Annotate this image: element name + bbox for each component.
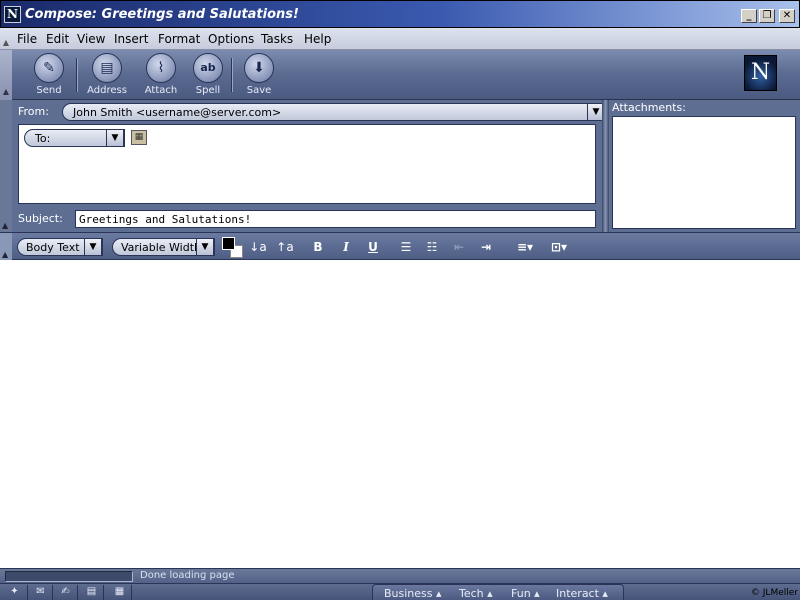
toolbar-separator [231,58,233,92]
attach-button[interactable]: ⌇ Attach [137,53,185,96]
tab-tech-label: Tech [459,587,484,600]
component-bar: ✦ ✉ ✍ ▤ ▦ Business ▴ Tech ▴ Fun ▴ Intera… [0,583,800,600]
insert-object-button[interactable]: ⊡▾ [546,239,572,255]
menu-file[interactable]: File [17,32,37,46]
close-button[interactable]: ✕ [779,9,795,23]
format-toolbar-grip[interactable]: ▲ [0,233,12,261]
chevron-down-icon[interactable]: ▼ [84,238,102,256]
spell-label: Spell [195,85,221,96]
recipient-list[interactable]: To: ▼ ▦ [18,124,596,204]
from-dropdown[interactable]: John Smith <username@server.com> ▼ [62,103,606,121]
italic-button[interactable]: I [336,239,356,255]
toolbar-separator [76,58,78,92]
address-book-icon: ▤ [92,53,122,83]
address-panel-grip[interactable]: ▲ [0,100,12,232]
credit-text: © JLMeller [750,588,798,598]
tab-business[interactable]: Business ▴ [384,587,442,600]
increase-font-size-button[interactable]: ↑a [275,239,295,255]
grip-arrow-icon: ▲ [2,250,9,259]
menu-edit[interactable]: Edit [46,32,69,46]
chevron-up-icon: ▴ [436,587,442,600]
to-dropdown[interactable]: To: ▼ [24,129,125,147]
minimize-button[interactable]: _ [741,9,757,23]
status-text: Done loading page [140,570,235,581]
attach-label: Attach [144,85,178,96]
tab-tech[interactable]: Tech ▴ [459,587,493,600]
font-dropdown[interactable]: Variable Width ▼ [112,238,215,256]
foreground-color-swatch [222,237,235,250]
tab-fun[interactable]: Fun ▴ [511,587,540,600]
to-label: To: [35,132,51,145]
message-body-editor[interactable] [0,260,800,568]
navigator-icon[interactable]: ✦ [2,585,28,600]
indent-button[interactable]: ⇥ [476,239,496,255]
quick-tabs: Business ▴ Tech ▴ Fun ▴ Interact ▴ [372,584,624,600]
from-label: From: [18,105,49,118]
decrease-font-size-button[interactable]: ↓a [248,239,268,255]
panel-divider[interactable] [602,100,609,232]
window-title: Compose: Greetings and Salutations! [25,7,299,22]
title-bar: N Compose: Greetings and Salutations! _ … [0,0,800,28]
toolbar-grip-icon[interactable]: ▲ [0,50,12,100]
attachments-panel: Attachments: [609,100,800,232]
paperclip-icon: ⌇ [146,53,176,83]
underline-button[interactable]: U [363,239,383,255]
save-icon: ⬇ [244,53,274,83]
chevron-up-icon: ▴ [534,587,540,600]
address-button[interactable]: ▤ Address [83,53,131,96]
address-panel: From: John Smith <username@server.com> ▼… [12,100,606,232]
menu-help[interactable]: Help [304,32,331,46]
subject-input[interactable]: Greetings and Salutations! [75,210,596,228]
menu-tasks[interactable]: Tasks [261,32,293,46]
chevron-up-icon: ▴ [487,587,493,600]
netscape-app-icon[interactable]: N [4,6,21,23]
composer-icon[interactable]: ✍ [54,585,78,600]
tab-business-label: Business [384,587,433,600]
bullet-list-button[interactable]: ☰ [396,239,416,255]
numbered-list-button[interactable]: ☷ [422,239,442,255]
format-toolbar: ▲ Body Text ▼ Variable Width ▼ ↓a ↑a B I… [0,232,800,261]
restore-button[interactable]: ❐ [759,9,775,23]
main-toolbar: ▲ ✎ Send ▤ Address ⌇ Attach ab Spell ⬇ S… [0,50,800,100]
netscape-logo[interactable]: N [744,55,777,91]
send-button[interactable]: ✎ Send [25,53,73,96]
chevron-up-icon: ▴ [602,587,608,600]
menu-format[interactable]: Format [158,32,200,46]
alignment-button[interactable]: ≡▾ [512,239,538,255]
grip-arrow-icon: ▲ [2,221,9,230]
menu-options[interactable]: Options [208,32,254,46]
paragraph-style-value: Body Text [26,241,80,254]
attachments-label: Attachments: [612,101,686,114]
address-icon[interactable]: ▤ [80,585,104,600]
paragraph-style-dropdown[interactable]: Body Text ▼ [17,238,103,256]
address-label: Address [87,85,127,96]
bold-button[interactable]: B [308,239,328,255]
chevron-down-icon[interactable]: ▼ [196,238,214,256]
menubar-grip-icon[interactable]: ▲ [1,30,11,48]
from-value: John Smith <username@server.com> [73,106,282,119]
tab-interact-label: Interact [556,587,599,600]
font-value: Variable Width [121,241,201,254]
send-label: Send [36,85,62,96]
spellcheck-icon: ab [193,53,223,83]
mail-icon[interactable]: ✉ [29,585,53,600]
menu-view[interactable]: View [77,32,105,46]
subject-label: Subject: [18,212,63,225]
menu-bar: ▲ File Edit View Insert Format Options T… [0,28,800,50]
chevron-down-icon[interactable]: ▼ [106,129,124,147]
save-label: Save [246,85,272,96]
progress-bar [5,571,133,582]
spell-button[interactable]: ab Spell [184,53,232,96]
tab-interact[interactable]: Interact ▴ [556,587,608,600]
calendar-icon[interactable]: ▦ [108,585,132,600]
text-color-picker[interactable] [222,237,244,259]
outdent-button[interactable]: ⇤ [449,239,469,255]
tab-fun-label: Fun [511,587,531,600]
menu-insert[interactable]: Insert [114,32,148,46]
send-icon: ✎ [34,53,64,83]
address-book-icon[interactable]: ▦ [131,130,147,145]
status-bar: Done loading page [0,568,800,583]
save-button[interactable]: ⬇ Save [235,53,283,96]
attachments-list[interactable] [612,116,796,229]
